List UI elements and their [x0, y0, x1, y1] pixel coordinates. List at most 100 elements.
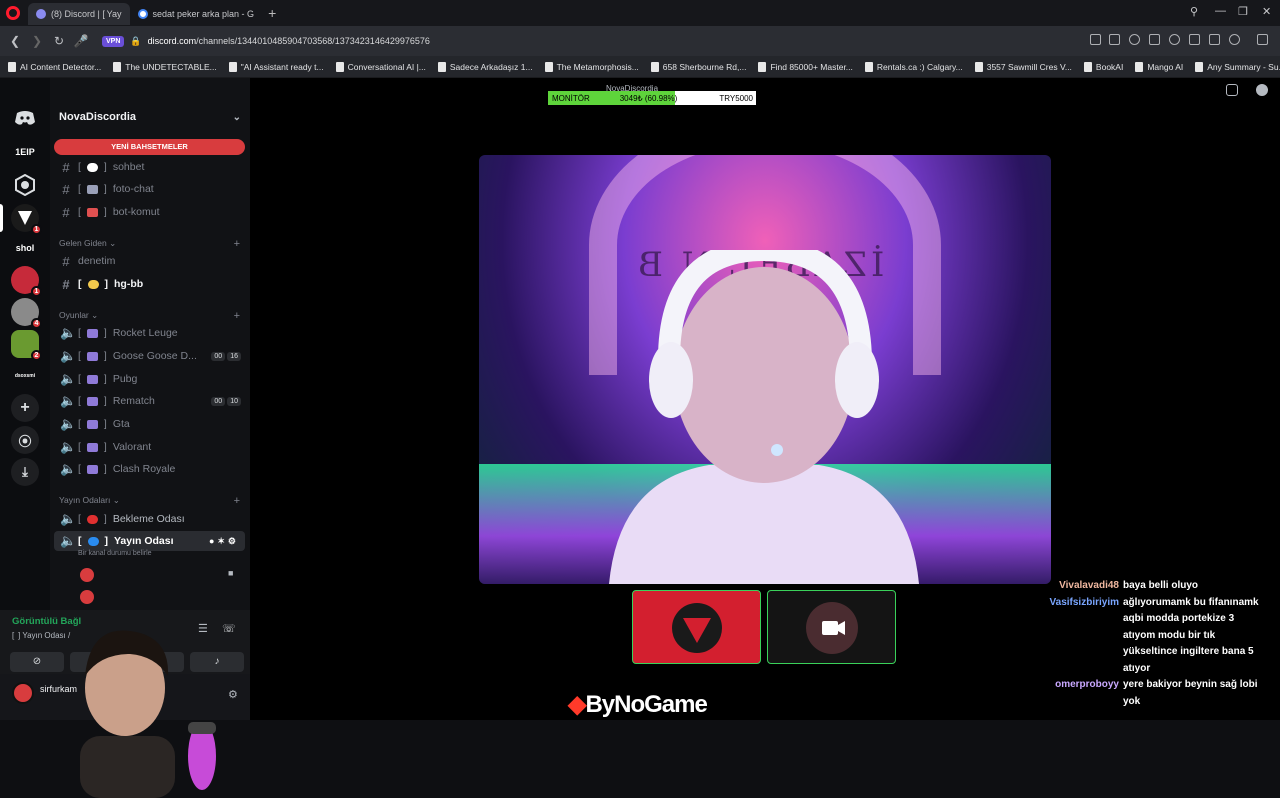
server-emblem-icon[interactable]	[11, 171, 39, 199]
voice-channel-rocket-leuge[interactable]: 🔈[ ] Rocket Leuge	[54, 323, 245, 343]
add-channel-icon[interactable]: +	[234, 238, 240, 250]
bookmark-item[interactable]: Find 85000+ Master...	[758, 61, 853, 72]
gamepad-icon	[86, 351, 98, 361]
channel-name: Rematch	[112, 395, 155, 407]
guild-header[interactable]: NovaDiscordia ⌄	[50, 104, 250, 130]
discord-home-icon[interactable]	[11, 104, 39, 132]
heart-icon[interactable]	[1169, 34, 1180, 45]
speaker-icon: 🔈	[60, 461, 77, 476]
lock-icon[interactable]: 🔒	[130, 36, 141, 47]
menu-icon[interactable]	[1209, 34, 1220, 45]
camera-icon[interactable]	[1109, 34, 1120, 45]
speaker-icon: 🔈	[60, 348, 77, 363]
participant-tile-server-logo[interactable]	[632, 590, 761, 664]
add-channel-icon[interactable]: +	[234, 310, 240, 322]
tab-google[interactable]: sedat peker arka plan - G	[130, 3, 263, 25]
help-icon[interactable]	[1256, 84, 1268, 96]
channel-actions[interactable]: ●✶⚙	[209, 536, 239, 547]
camera-off-button[interactable]: ⊘	[10, 652, 64, 672]
disconnect-icon[interactable]: ☏	[222, 622, 236, 635]
wave-icon	[87, 279, 99, 289]
channel-hg-bb[interactable]: #[ ] hg-bb	[54, 274, 245, 294]
bookmark-item[interactable]: AI Content Detector...	[8, 61, 101, 72]
reload-icon[interactable]: ↻	[48, 34, 70, 48]
bookmark-label: Sadece Arkadaşız 1...	[449, 61, 533, 72]
bookmark-label: Any Summary - Su...	[1207, 61, 1280, 72]
channel-denetim[interactable]: # denetim	[54, 251, 245, 271]
server-avatar-1[interactable]: 1	[11, 266, 42, 297]
profile-icon[interactable]	[1229, 34, 1240, 45]
download-icon[interactable]	[1189, 34, 1200, 45]
bookmark-item[interactable]: "AI Assistant ready t...	[228, 61, 324, 72]
voice-channel-gta[interactable]: 🔈[ ] Gta	[54, 414, 245, 434]
play-icon[interactable]	[1149, 34, 1160, 45]
server-avatar-2[interactable]: 4	[11, 298, 42, 329]
maximize-button[interactable]: ❐	[1238, 5, 1248, 18]
new-mentions-pill[interactable]: YENİ BAHSETMELER	[54, 139, 245, 155]
back-button[interactable]: ❮	[4, 34, 26, 48]
bookmark-item[interactable]: 3557 Sawmill Cres V...	[974, 61, 1072, 72]
bookmark-item[interactable]: 658 Sherbourne Rd,...	[650, 61, 746, 72]
channel-name: Rocket Leuge	[112, 327, 178, 339]
category-oyunlar[interactable]: Oyunlar ⌄ +	[59, 310, 240, 322]
edit-icon[interactable]	[1090, 34, 1101, 45]
microphone-icon[interactable]: 🎤	[70, 34, 92, 48]
shield-icon[interactable]	[1129, 34, 1140, 45]
voice-user-avatar[interactable]	[80, 590, 94, 604]
add-server-icon[interactable]: +	[11, 394, 39, 422]
url-field[interactable]: discord.com/channels/1344010485904703568…	[148, 36, 430, 46]
voice-channel-rematch[interactable]: 🔈[ ] Rematch 00 10	[54, 391, 245, 411]
bookmark-item[interactable]: Conversational AI |...	[335, 61, 426, 72]
add-channel-icon[interactable]: +	[234, 495, 240, 507]
voice-channel-name[interactable]: [ ] Yayın Odası /	[12, 631, 70, 640]
bookmark-item[interactable]: Mango AI	[1135, 61, 1183, 72]
voice-user-avatar[interactable]	[80, 568, 94, 582]
hash-icon: #	[62, 276, 70, 292]
main-video-stream[interactable]: İZABEL N B	[479, 155, 1051, 584]
avatar[interactable]	[12, 682, 34, 704]
voice-channel-pubg[interactable]: 🔈[ ] Pubg	[54, 369, 245, 389]
download-apps-icon[interactable]: ⤓	[11, 458, 39, 486]
red-circle-icon	[86, 514, 98, 524]
server-dsoxsmi[interactable]: dsoxsmi	[11, 362, 39, 390]
server-1eip[interactable]: 1EIP	[11, 138, 39, 166]
bookmark-item[interactable]: The UNDETECTABLE...	[113, 61, 217, 72]
inbox-icon[interactable]	[1226, 84, 1238, 96]
speaker-icon: 🔈	[60, 325, 77, 340]
bookmark-item[interactable]: Rentals.ca :) Calgary...	[864, 61, 963, 72]
new-tab-button[interactable]: +	[268, 5, 276, 21]
minimize-button[interactable]: —	[1215, 5, 1226, 17]
voice-channel-valorant[interactable]: 🔈[ ] Valorant	[54, 437, 245, 457]
channel-foto-chat[interactable]: #[ ] foto-chat	[54, 179, 245, 199]
count-limit: 10	[227, 396, 241, 406]
channel-bot-komut[interactable]: #[ ] bot-komut	[54, 202, 245, 222]
settings-gear-icon[interactable]: ⚙	[228, 688, 238, 701]
house-icon	[86, 207, 98, 217]
channel-status[interactable]: Bir kanal durumu belirle	[78, 550, 152, 557]
server-novadiscordia[interactable]: 1	[11, 204, 42, 235]
category-yayin-odalari[interactable]: Yayın Odaları ⌄ +	[59, 495, 240, 507]
voice-channel-yayin-odasi[interactable]: 🔈[ ] Yayın Odası ●✶⚙	[54, 531, 245, 551]
participant-tile-camera-off[interactable]	[767, 590, 896, 664]
category-gelen-giden[interactable]: Gelen Giden ⌄ +	[59, 238, 240, 250]
voice-channel-goose-goose-duck[interactable]: 🔈[ ] Goose Goose D... 00 16	[54, 346, 245, 366]
bookmark-item[interactable]: Any Summary - Su...	[1195, 61, 1280, 72]
close-window-button[interactable]: ✕	[1262, 5, 1271, 18]
extensions-icon[interactable]	[1257, 34, 1268, 45]
notification-badge: 1	[31, 286, 42, 297]
discover-icon[interactable]: ⦿	[11, 426, 39, 454]
tab-discord[interactable]: (8) Discord | [ Yay	[28, 3, 130, 25]
search-tabs-icon[interactable]: ⚲	[1190, 5, 1198, 18]
server-avatar-3[interactable]: 2	[11, 330, 42, 361]
channel-sohbet[interactable]: #[ ] sohbet	[54, 157, 245, 177]
server-shol[interactable]: shol	[11, 234, 39, 262]
bookmark-item[interactable]: BookAI	[1083, 61, 1123, 72]
voice-channel-bekleme-odasi[interactable]: 🔈[ ] Bekleme Odası	[54, 509, 245, 529]
opera-logo-icon[interactable]	[6, 6, 20, 20]
vpn-badge[interactable]: VPN	[102, 35, 125, 47]
user-count: 00 16	[211, 351, 241, 361]
voice-channel-clash-royale[interactable]: 🔈[ ] Clash Royale	[54, 459, 245, 479]
forward-button[interactable]: ❯	[26, 34, 48, 48]
bookmark-item[interactable]: The Metamorphosis...	[544, 61, 639, 72]
bookmark-item[interactable]: Sadece Arkadaşız 1...	[437, 61, 533, 72]
